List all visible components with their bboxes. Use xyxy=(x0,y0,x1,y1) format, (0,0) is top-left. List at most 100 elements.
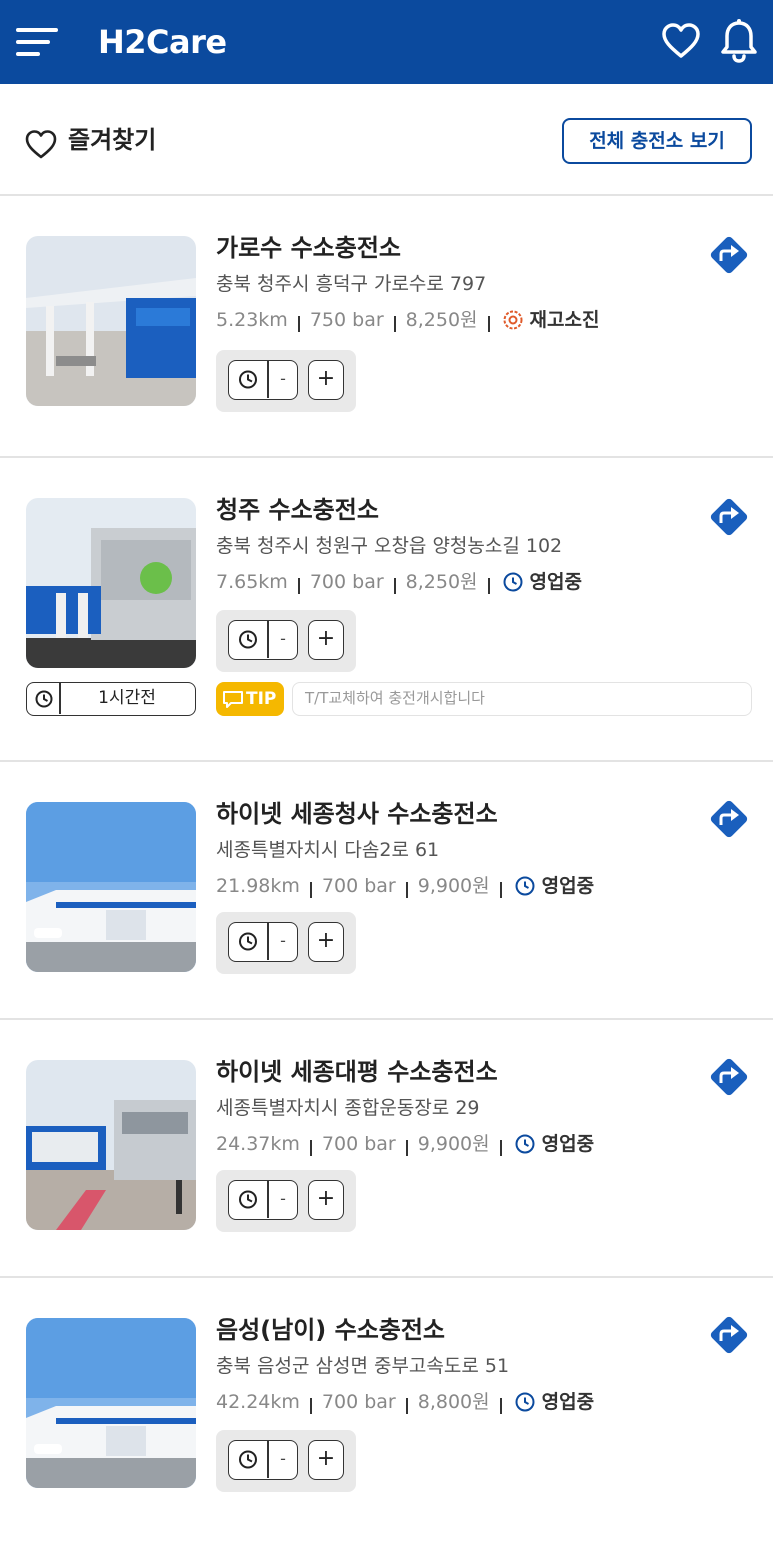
station-card[interactable]: 하이넷 세종청사 수소충전소 세종특별자치시 다솜2로 61 21.98km 7… xyxy=(0,764,773,1020)
clock-icon[interactable] xyxy=(229,621,267,658)
station-photo xyxy=(26,236,196,406)
clock-icon xyxy=(515,1134,535,1154)
view-all-stations-button[interactable]: 전체 충전소 보기 xyxy=(562,118,752,164)
station-status: 영업중 xyxy=(514,1388,594,1416)
clock-icon xyxy=(515,876,535,896)
station-address: 세종특별자치시 종합운동장로 29 xyxy=(216,1097,480,1119)
station-distance: 21.98km xyxy=(216,875,300,897)
separator xyxy=(405,882,408,898)
status-text: 재고소진 xyxy=(529,309,600,331)
station-meta: 7.65km 700 bar 8,250원 영업중 xyxy=(216,568,582,596)
favorites-heart-icon[interactable] xyxy=(660,20,702,62)
station-distance: 7.65km xyxy=(216,571,288,593)
notification-bell-icon[interactable] xyxy=(718,18,760,64)
station-meta: 24.37km 700 bar 9,900원 영업중 xyxy=(216,1130,594,1158)
station-address: 충북 청주시 흥덕구 가로수로 797 xyxy=(216,273,487,295)
directions-icon[interactable] xyxy=(706,1054,752,1100)
station-card[interactable]: 하이넷 세종대평 수소충전소 세종특별자치시 종합운동장로 29 24.37km… xyxy=(0,1022,773,1278)
station-address: 충북 음성군 삼성면 중부고속도로 51 xyxy=(216,1355,510,1377)
station-name[interactable]: 하이넷 세종대평 수소충전소 xyxy=(216,1056,498,1088)
directions-icon[interactable] xyxy=(706,232,752,278)
minus-button[interactable]: - xyxy=(269,361,297,398)
station-photo xyxy=(26,1060,196,1230)
plus-button[interactable]: + xyxy=(308,360,344,400)
separator xyxy=(393,578,396,594)
station-meta: 42.24km 700 bar 8,800원 영업중 xyxy=(216,1388,594,1416)
clock-icon[interactable] xyxy=(229,1181,267,1218)
station-pressure: 700 bar xyxy=(321,875,396,897)
app-logo: H2Care xyxy=(98,23,227,61)
station-price: 8,250원 xyxy=(405,571,478,593)
station-pressure: 700 bar xyxy=(309,571,384,593)
page-title: 즐겨찾기 xyxy=(68,126,157,154)
station-distance: 42.24km xyxy=(216,1391,300,1413)
separator xyxy=(309,1398,312,1414)
clock-icon[interactable] xyxy=(229,361,267,398)
station-name[interactable]: 청주 수소충전소 xyxy=(216,494,379,526)
plus-button[interactable]: + xyxy=(308,1180,344,1220)
station-name[interactable]: 음성(남이) 수소충전소 xyxy=(216,1314,445,1346)
station-distance: 5.23km xyxy=(216,309,288,331)
separator xyxy=(405,1398,408,1414)
station-pressure: 700 bar xyxy=(321,1391,396,1413)
charge-control: - + xyxy=(216,610,356,672)
station-card[interactable]: 청주 수소충전소 충북 청주시 청원구 오창읍 양청농소길 102 7.65km… xyxy=(0,460,773,762)
heart-icon xyxy=(25,130,57,159)
station-address: 세종특별자치시 다솜2로 61 xyxy=(216,839,440,861)
station-status: 영업중 xyxy=(514,872,594,900)
time-minus-group: - xyxy=(228,360,298,400)
station-name[interactable]: 가로수 수소충전소 xyxy=(216,232,401,264)
clock-icon xyxy=(35,690,53,708)
station-status: 재고소진 xyxy=(502,306,600,334)
gear-icon xyxy=(503,310,523,330)
directions-icon[interactable] xyxy=(706,1312,752,1358)
charge-control: - + xyxy=(216,1430,356,1492)
charge-control: - + xyxy=(216,350,356,412)
app-header: H2Care xyxy=(0,0,773,84)
minus-button[interactable]: - xyxy=(269,621,297,658)
minus-button[interactable]: - xyxy=(269,1441,297,1478)
station-card[interactable]: 음성(남이) 수소충전소 충북 음성군 삼성면 중부고속도로 51 42.24k… xyxy=(0,1280,773,1546)
clock-icon[interactable] xyxy=(229,1441,267,1478)
status-text: 영업중 xyxy=(541,1391,595,1413)
station-distance: 24.37km xyxy=(216,1133,300,1155)
separator xyxy=(393,316,396,332)
station-name[interactable]: 하이넷 세종청사 수소충전소 xyxy=(216,798,498,830)
plus-button[interactable]: + xyxy=(308,1440,344,1480)
time-minus-group: - xyxy=(228,1180,298,1220)
directions-icon[interactable] xyxy=(706,494,752,540)
clock-icon xyxy=(515,1392,535,1412)
charge-control: - + xyxy=(216,1170,356,1232)
station-address: 충북 청주시 청원구 오창읍 양청농소길 102 xyxy=(216,535,563,557)
clock-icon xyxy=(503,572,523,592)
separator xyxy=(405,1140,408,1156)
plus-button[interactable]: + xyxy=(308,922,344,962)
last-update-badge: 1시간전 xyxy=(26,682,196,716)
separator xyxy=(487,316,490,332)
tip-message-field[interactable]: T/T교체하여 충전개시합니다 xyxy=(292,682,752,716)
time-minus-group: - xyxy=(228,922,298,962)
separator xyxy=(309,1140,312,1156)
status-text: 영업중 xyxy=(541,875,595,897)
station-photo xyxy=(26,498,196,668)
minus-button[interactable]: - xyxy=(269,1181,297,1218)
plus-button[interactable]: + xyxy=(308,620,344,660)
last-update-text: 1시간전 xyxy=(98,688,156,708)
directions-icon[interactable] xyxy=(706,796,752,842)
station-status: 영업중 xyxy=(514,1130,594,1158)
minus-button[interactable]: - xyxy=(269,923,297,960)
station-card[interactable]: 가로수 수소충전소 충북 청주시 흥덕구 가로수로 797 5.23km 750… xyxy=(0,198,773,458)
status-text: 영업중 xyxy=(529,571,582,593)
station-price: 9,900원 xyxy=(417,875,490,897)
menu-icon[interactable] xyxy=(16,26,60,58)
tip-badge: TIP xyxy=(216,682,284,716)
chat-bubble-icon xyxy=(223,691,243,708)
station-status: 영업중 xyxy=(502,568,582,596)
station-photo xyxy=(26,1318,196,1488)
time-minus-group: - xyxy=(228,620,298,660)
charge-control: - + xyxy=(216,912,356,974)
favorites-bar: 즐겨찾기 전체 충전소 보기 xyxy=(0,84,773,196)
station-pressure: 700 bar xyxy=(321,1133,396,1155)
clock-icon[interactable] xyxy=(229,923,267,960)
station-price: 9,900원 xyxy=(417,1133,490,1155)
